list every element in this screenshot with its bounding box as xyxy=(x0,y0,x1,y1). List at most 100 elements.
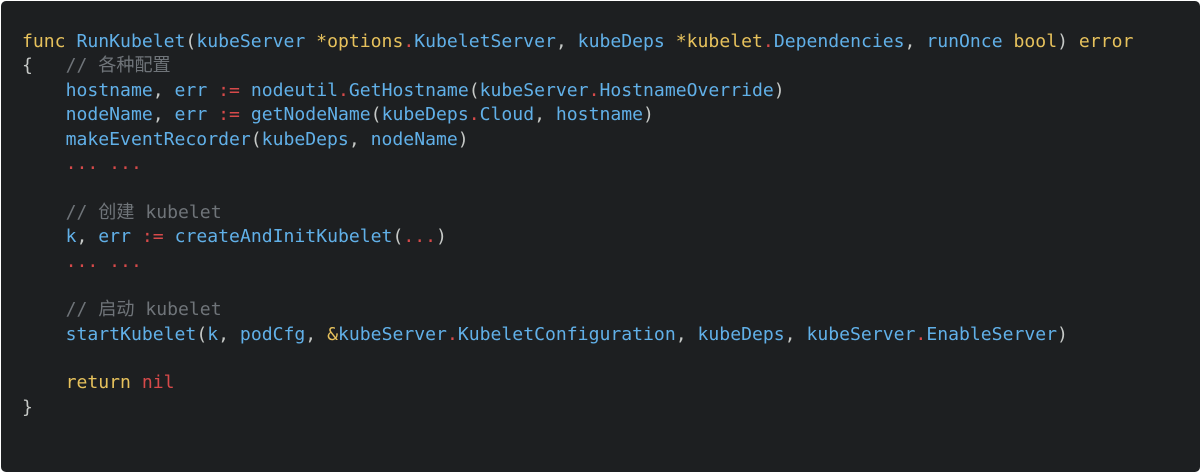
code-token: * xyxy=(675,31,687,52)
code-token: ... ... xyxy=(65,250,142,272)
code-token: nodeutil xyxy=(250,79,338,101)
code-token: EnableServer xyxy=(926,323,1058,345)
code-token: . xyxy=(588,79,600,101)
code-token: kubeDeps xyxy=(697,323,785,345)
code-token: ... xyxy=(403,226,437,248)
code-line: return nil xyxy=(22,371,1133,395)
code-token: := xyxy=(218,104,240,126)
code-token: kubelet xyxy=(686,31,763,52)
code-token: , xyxy=(218,323,240,345)
code-line: // 启动 kubelet xyxy=(22,298,1133,322)
code-comment: // 启动 kubelet xyxy=(65,299,222,321)
code-token: hostname xyxy=(65,79,153,101)
code-token: nodeName xyxy=(65,104,153,126)
code-token: err xyxy=(174,79,208,101)
code-token: kubeServer xyxy=(806,323,916,345)
code-token: nil xyxy=(141,372,175,394)
code-token: { xyxy=(22,55,33,77)
code-line: makeEventRecorder(kubeDeps, nodeName) xyxy=(22,128,1133,152)
code-token: ) xyxy=(643,104,654,126)
code-token: ) xyxy=(436,226,447,248)
code-token: , xyxy=(555,31,578,52)
code-token: . xyxy=(403,31,415,52)
code-token: startKubelet xyxy=(65,323,197,345)
code-token: kubeDeps xyxy=(577,31,665,52)
code-token: , xyxy=(348,128,371,150)
code-token: ) xyxy=(1057,323,1068,345)
code-token: , xyxy=(152,104,175,126)
code-token: func xyxy=(22,31,66,52)
code-token: kubeServer xyxy=(338,323,447,345)
code-line: k, err := createAndInitKubelet(...) xyxy=(22,225,1133,249)
code-token: . xyxy=(446,323,458,345)
code-comment: // 创建 kubelet xyxy=(65,201,222,223)
code-token: , xyxy=(534,104,556,126)
code-token: Cloud xyxy=(479,104,535,126)
code-token: := xyxy=(141,226,164,248)
code-token: ) xyxy=(1057,31,1079,52)
code-token: KubeletConfiguration xyxy=(457,323,676,345)
code-token: ) xyxy=(457,128,469,150)
code-token: k xyxy=(207,323,219,345)
code-token: makeEventRecorder xyxy=(65,128,251,150)
code-token: ( xyxy=(392,226,404,248)
code-token: runOnce xyxy=(926,31,1003,52)
code-token: , xyxy=(76,226,99,248)
code-token: err xyxy=(174,104,208,126)
code-line: ​ xyxy=(22,176,1133,200)
code-token: createAndInitKubelet xyxy=(174,226,393,248)
code-token: , xyxy=(675,323,698,345)
code-token: & xyxy=(327,323,338,345)
code-token: * xyxy=(316,31,328,52)
code-token: KubeletServer xyxy=(414,31,556,52)
code-line: { // 各种配置 xyxy=(22,54,1133,78)
code-token: error xyxy=(1078,31,1134,52)
code-token: hostname xyxy=(555,104,644,126)
code-token: GetHostname xyxy=(348,79,469,101)
code-token: . xyxy=(915,323,927,345)
code-token: ) xyxy=(773,79,785,101)
code-token: ... ... xyxy=(65,152,142,174)
code-token: kubeServer xyxy=(479,79,589,101)
code-line: } xyxy=(22,396,1133,420)
code-token: ( xyxy=(196,323,208,345)
code-token: kubeDeps xyxy=(381,104,469,126)
code-line: // 创建 kubelet xyxy=(22,201,1133,225)
code-line: ​ xyxy=(22,347,1133,371)
code-line: ... ... xyxy=(22,250,1133,274)
code-token: . xyxy=(762,31,774,52)
code-line: nodeName, err := getNodeName(kubeDeps.Cl… xyxy=(22,103,1133,127)
code-token: , xyxy=(305,323,328,345)
code-line: ... ... xyxy=(22,152,1133,176)
code-content: func RunKubelet(kubeServer *options.Kube… xyxy=(22,30,1133,420)
code-token: } xyxy=(22,396,33,418)
code-token: k xyxy=(65,226,77,248)
code-token: return xyxy=(65,372,131,394)
code-token: podCfg xyxy=(239,323,306,345)
code-block: func RunKubelet(kubeServer *options.Kube… xyxy=(1,1,1200,472)
code-line: hostname, err := nodeutil.GetHostname(ku… xyxy=(22,79,1133,103)
code-token: ( xyxy=(370,104,382,126)
code-token: Dependencies xyxy=(773,31,905,52)
code-token: kubeDeps xyxy=(261,128,349,150)
code-token: ( xyxy=(185,31,197,52)
code-token: bool xyxy=(1013,31,1058,52)
